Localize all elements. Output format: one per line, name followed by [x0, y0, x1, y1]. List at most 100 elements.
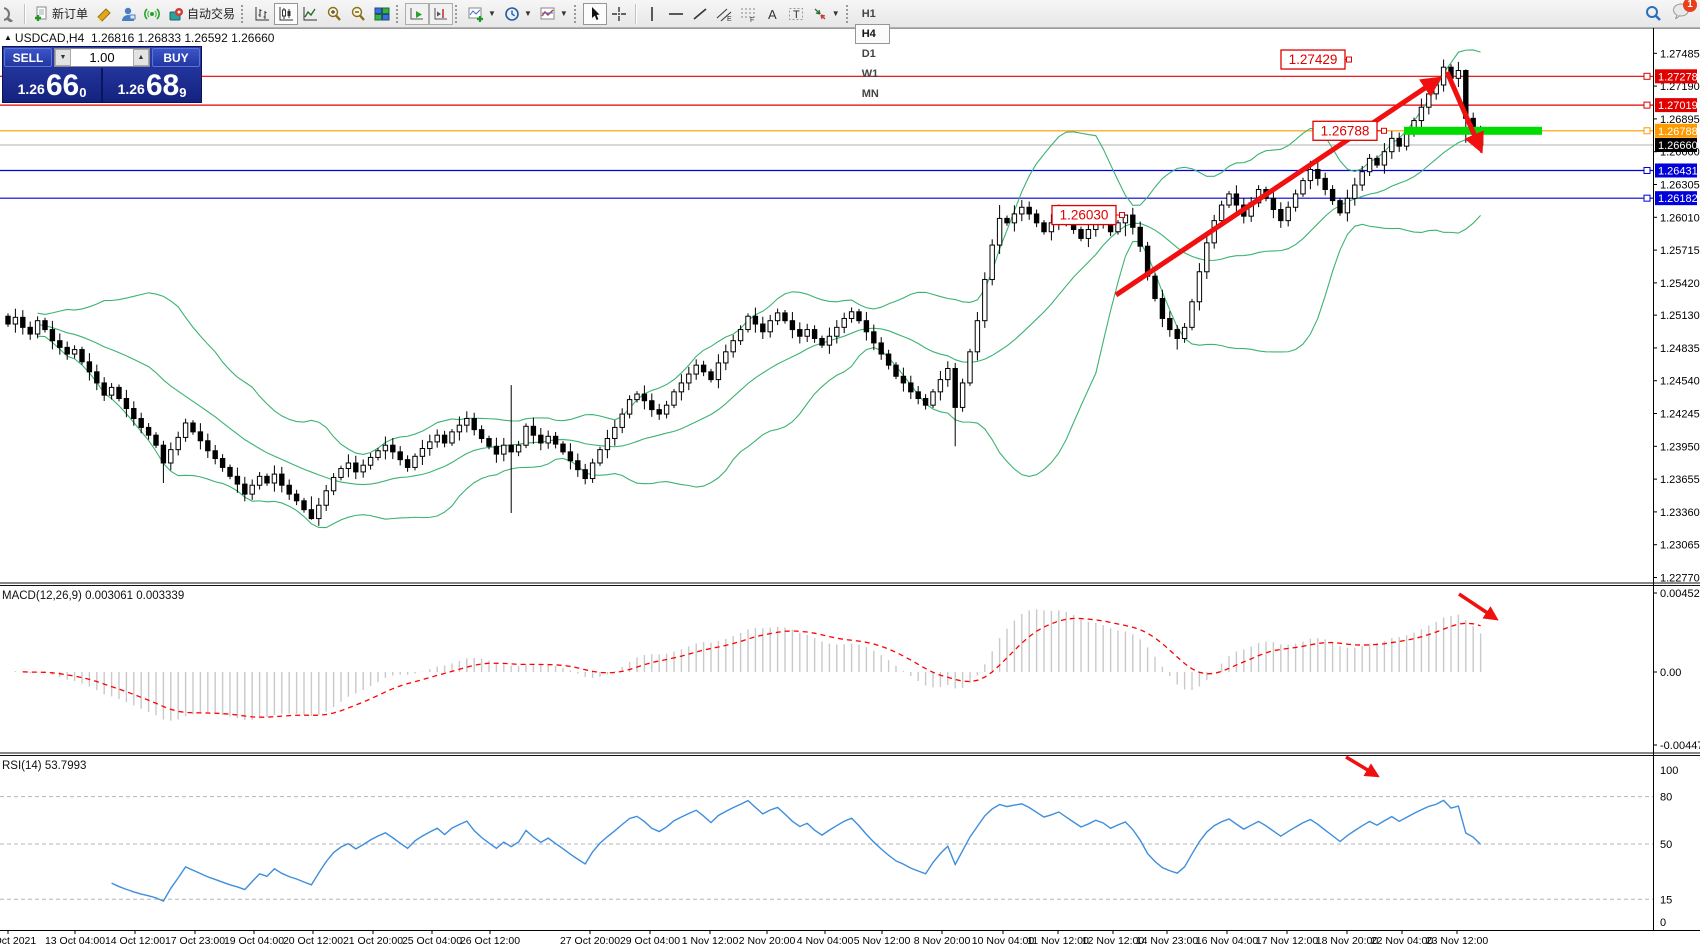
arrows-tool-button[interactable]: ▼ [808, 3, 844, 25]
eraser-button[interactable] [92, 3, 116, 25]
search-icon[interactable] [1645, 5, 1662, 22]
svg-text:13 Oct 04:00: 13 Oct 04:00 [45, 935, 105, 947]
dropdown-arrow-icon: ▼ [524, 9, 532, 18]
volume-decrease-button[interactable]: ▼ [55, 49, 71, 66]
bar-chart-button[interactable] [250, 3, 274, 25]
autotrading-icon [168, 6, 184, 22]
autotrading-label: 自动交易 [187, 5, 235, 22]
cursor-tool-button[interactable] [583, 3, 607, 25]
svg-text:0.004524: 0.004524 [1660, 588, 1700, 600]
trendline-icon [692, 6, 708, 22]
label-tool-button[interactable]: T [784, 3, 808, 25]
autotrading-button[interactable]: 自动交易 [164, 3, 239, 25]
indicators-icon [468, 6, 484, 22]
macd-label: MACD(12,26,9) 0.003061 0.003339 [2, 590, 184, 602]
volume-value[interactable]: 1.00 [71, 49, 133, 66]
periods-button[interactable]: ▼ [500, 3, 536, 25]
svg-text:1.27485: 1.27485 [1660, 48, 1700, 60]
sell-price[interactable]: 1.26660 [3, 68, 103, 102]
indicators-button[interactable]: ▼ [464, 3, 500, 25]
sell-price-prefix: 1.26 [18, 81, 45, 97]
chart-title: ▲USDCAD,H4 1.26816 1.26833 1.26592 1.266… [4, 31, 274, 45]
sell-button[interactable]: SELL [4, 48, 52, 67]
hline-tool-button[interactable] [664, 3, 688, 25]
svg-text:1.23950: 1.23950 [1660, 441, 1700, 453]
signal-icon [144, 6, 160, 22]
tab-timeframe-H1[interactable]: H1 [855, 4, 890, 24]
clipped-left-icon [0, 2, 20, 26]
svg-text:20 Oct 12:00: 20 Oct 12:00 [283, 935, 343, 947]
auto-scroll-button[interactable] [405, 3, 429, 25]
svg-text:1.27019: 1.27019 [1658, 100, 1698, 112]
text-tool-button[interactable]: A [760, 3, 784, 25]
zoom-in-button[interactable] [322, 3, 346, 25]
svg-text:1.24245: 1.24245 [1660, 409, 1700, 421]
svg-text:1.23655: 1.23655 [1660, 474, 1700, 486]
svg-text:27 Oct 20:00: 27 Oct 20:00 [560, 935, 620, 947]
svg-text:1.23065: 1.23065 [1660, 540, 1700, 552]
channel-icon: E [716, 6, 732, 22]
trade-panel-top-row: SELL ▼ 1.00 ▲ BUY [3, 47, 201, 68]
signal-button[interactable] [140, 3, 164, 25]
toolbar-grip [846, 5, 851, 23]
svg-text:1.25715: 1.25715 [1660, 245, 1700, 257]
tab-timeframe-H4[interactable]: H4 [855, 24, 890, 44]
volume-stepper: ▼ 1.00 ▲ [54, 48, 150, 67]
level-price-badge: 1.27278 [1655, 69, 1698, 83]
svg-text:1.26660: 1.26660 [1658, 140, 1698, 152]
chart-shift-button[interactable] [429, 3, 453, 25]
bar-chart-icon [254, 6, 270, 22]
separator [635, 4, 636, 24]
window-marker-icon: ▲ [4, 33, 12, 42]
svg-text:1.24835: 1.24835 [1660, 343, 1700, 355]
line-chart-button[interactable] [298, 3, 322, 25]
notifications-button[interactable]: 1 [1672, 3, 1690, 24]
svg-text:0.00: 0.00 [1660, 667, 1681, 679]
svg-text:15: 15 [1660, 894, 1672, 906]
svg-text:17 Nov 12:00: 17 Nov 12:00 [1256, 935, 1319, 947]
profile-button[interactable] [116, 3, 140, 25]
fibonacci-tool-button[interactable]: F [736, 3, 760, 25]
buy-price[interactable]: 1.26689 [103, 68, 201, 102]
svg-text:1.25130: 1.25130 [1660, 310, 1700, 322]
vline-tool-button[interactable] [640, 3, 664, 25]
one-click-trading-panel: SELL ▼ 1.00 ▲ BUY 1.26660 1.26689 [2, 46, 202, 103]
volume-increase-button[interactable]: ▲ [133, 49, 149, 66]
chart-canvas[interactable]: 1.274291.267881.260301.274851.271901.268… [0, 0, 1700, 949]
svg-text:17 Oct 23:00: 17 Oct 23:00 [165, 935, 225, 947]
buy-button[interactable]: BUY [152, 48, 200, 67]
mt4-terminal: 新订单 自动交易 [0, 0, 1700, 949]
new-order-button[interactable]: 新订单 [29, 3, 92, 25]
tile-windows-button[interactable] [370, 3, 394, 25]
zoom-out-button[interactable] [346, 3, 370, 25]
timeframe-bar: M1M5M15M30H1H4D1W1MN [855, 0, 890, 104]
tab-timeframe-W1[interactable]: W1 [855, 64, 890, 84]
dropdown-arrow-icon: ▼ [560, 9, 568, 18]
buy-price-prefix: 1.26 [118, 81, 145, 97]
svg-text:F: F [750, 17, 754, 22]
templates-button[interactable]: ▼ [536, 3, 572, 25]
candlestick-icon [278, 6, 294, 22]
chart-background [0, 28, 1700, 949]
svg-text:1.26182: 1.26182 [1658, 193, 1698, 205]
candlestick-chart-button[interactable] [274, 3, 298, 25]
svg-text:1.26305: 1.26305 [1660, 179, 1700, 191]
level-price-badge: 1.26788 [1655, 124, 1698, 138]
svg-text:0: 0 [1660, 917, 1666, 929]
zoom-out-icon [350, 6, 366, 22]
svg-text:19 Oct 04:00: 19 Oct 04:00 [224, 935, 284, 947]
svg-text:23 Nov 12:00: 23 Nov 12:00 [1426, 935, 1489, 947]
crosshair-icon [611, 6, 627, 22]
svg-text:T: T [793, 9, 800, 21]
chart-ohlc-values: 1.26816 1.26833 1.26592 1.26660 [91, 31, 275, 45]
templates-icon [540, 6, 556, 22]
arrows-icon [812, 6, 828, 22]
svg-text:1.25420: 1.25420 [1660, 278, 1700, 290]
text-icon: A [764, 6, 780, 22]
tab-timeframe-MN[interactable]: MN [855, 84, 890, 104]
trendline-tool-button[interactable] [688, 3, 712, 25]
toolbar-right: 1 [1645, 3, 1700, 24]
tab-timeframe-D1[interactable]: D1 [855, 44, 890, 64]
channel-tool-button[interactable]: E [712, 3, 736, 25]
crosshair-tool-button[interactable] [607, 3, 631, 25]
